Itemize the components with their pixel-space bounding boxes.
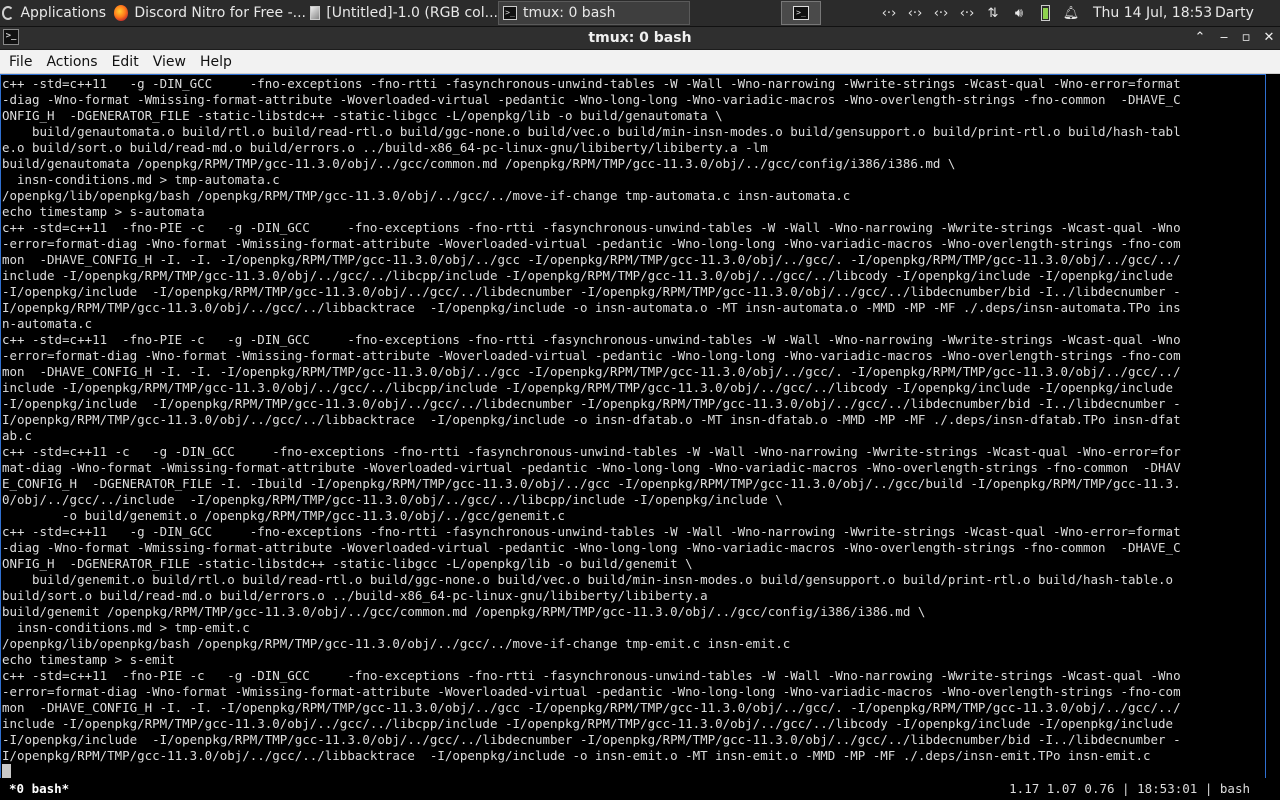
terminal-line: echo timestamp > s-automata [2,204,205,219]
terminal-line: c++ -std=c++11 -fno-PIE -c -g -DIN_GCC -… [2,220,1181,235]
minimize-button[interactable]: ‒ [1213,27,1235,49]
network-arrows-icon[interactable]: ‹·› [928,0,954,26]
terminal-line: -error=format-diag -Wno-format -Wmissing… [2,684,1181,699]
terminal-line: mon -DHAVE_CONFIG_H -I. -I. -I/openpkg/R… [2,252,1181,267]
menu-view[interactable]: View [146,54,193,70]
applications-menu-button[interactable]: Applications [0,1,106,25]
terminal-line: c++ -std=c++11 -g -DIN_GCC -fno-exceptio… [2,524,1181,539]
terminal-line: -I/openpkg/include -I/openpkg/RPM/TMP/gc… [2,284,1181,299]
terminal-line: insn-conditions.md > tmp-automata.c [2,172,280,187]
terminal-line: mat-diag -Wno-format -Wmissing-format-at… [2,460,1181,475]
user-menu[interactable]: Darty uwu [1215,0,1280,47]
taskbar-item-label: [Untitled]-1.0 (RGB col... [326,5,498,21]
terminal-icon: >_ [503,6,517,20]
taskbar-item-image-editor[interactable]: [Untitled]-1.0 (RGB col... [306,1,498,25]
applications-label: Applications [20,5,106,21]
terminal-scrollbar[interactable] [1268,74,1280,778]
network-arrows-icon[interactable]: ‹·› [954,0,980,26]
status-command: bash [1219,781,1250,796]
terminal-line: ONFIG_H -DGENERATOR_FILE -static-libstdc… [2,108,723,123]
terminal-view[interactable]: c++ -std=c++11 -g -DIN_GCC -fno-exceptio… [0,74,1280,800]
top-panel: Applications Discord Nitro for Free -...… [0,0,1280,47]
terminal-line: -I/openpkg/include -I/openpkg/RPM/TMP/gc… [2,396,1181,411]
firefox-icon [114,5,129,21]
menu-file[interactable]: File [0,54,39,70]
terminal-line: -error=format-diag -Wno-format -Wmissing… [2,236,1181,251]
terminal-line: e.o build/sort.o build/read-md.o build/e… [2,140,768,155]
terminal-line: n-automata.c [2,316,93,331]
up-down-arrows-icon[interactable]: ⇅ [980,0,1006,26]
terminal-line: mon -DHAVE_CONFIG_H -I. -I. -I/openpkg/R… [2,364,1181,379]
terminal-line: c++ -std=c++11 -g -DIN_GCC -fno-exceptio… [2,76,1181,91]
speaker-icon[interactable]: 🔊︎ [1006,0,1032,26]
taskbar-item-browser[interactable]: Discord Nitro for Free -... [110,1,306,25]
terminal-cursor [2,764,11,778]
taskbar-item-label: Discord Nitro for Free -... [134,5,306,21]
menu-edit[interactable]: Edit [105,54,146,70]
terminal-line: echo timestamp > s-emit [2,652,175,667]
terminal-line: /openpkg/lib/openpkg/bash /openpkg/RPM/T… [2,188,851,203]
close-button[interactable]: ✕ [1258,27,1280,49]
terminal-line: -o build/genemit.o /openpkg/RPM/TMP/gcc-… [2,508,566,523]
terminal-line: -error=format-diag -Wno-format -Wmissing… [2,348,1181,363]
tmux-window-tab[interactable]: *0 bash* [9,778,69,800]
terminal-line: c++ -std=c++11 -fno-PIE -c -g -DIN_GCC -… [2,668,1181,683]
battery-icon[interactable] [1032,0,1058,26]
terminal-icon: >_ [793,6,809,20]
terminal-line: ab.c [2,428,33,443]
terminal-line: build/sort.o build/read-md.o build/error… [2,588,708,603]
menubar: File Actions Edit View Help [0,50,1280,74]
terminal-line: I/openpkg/RPM/TMP/gcc-11.3.0/obj/../gcc/… [2,412,1181,427]
chevron-up-icon[interactable]: ⌃ [1189,27,1211,49]
terminal-line: ONFIG_H -DGENERATOR_FILE -static-libstdc… [2,556,693,571]
tmux-status-bar: *0 bash* 1.17 1.07 0.76 | 18:53:01 | bas… [0,778,1280,800]
bell-icon[interactable]: 🔔︎ [1058,0,1084,26]
debian-swirl-icon [2,6,15,20]
terminal-line: include -I/openpkg/RPM/TMP/gcc-11.3.0/ob… [2,716,1174,731]
window-titlebar[interactable]: >_ tmux: 0 bash ⌃ ‒ ▫ ✕ [0,27,1280,49]
terminal-line: 0/obj/../gcc/../include -I/openpkg/RPM/T… [2,492,783,507]
terminal-line: build/genemit /openpkg/RPM/TMP/gcc-11.3.… [2,604,926,619]
system-tray: ‹·› ‹·› ‹·› ‹·› ⇅ 🔊︎ 🔔︎ [876,0,1084,26]
tmux-status-right: 1.17 1.07 0.76 | 18:53:01 | bash [1009,781,1250,796]
network-arrows-icon[interactable]: ‹·› [902,0,928,26]
terminal-line: -diag -Wno-format -Wmissing-format-attri… [2,92,1181,107]
image-editor-icon [310,6,321,20]
terminal-line: build/genautomata.o build/rtl.o build/re… [2,124,1181,139]
terminal-line: -diag -Wno-format -Wmissing-format-attri… [2,540,1181,555]
terminal-line: mon -DHAVE_CONFIG_H -I. -I. -I/openpkg/R… [2,700,1181,715]
terminal-line: I/openpkg/RPM/TMP/gcc-11.3.0/obj/../gcc/… [2,300,1181,315]
workspace-switcher-button[interactable]: >_ [781,1,821,25]
status-time: 18:53:01 [1137,781,1198,796]
terminal-line: c++ -std=c++11 -fno-PIE -c -g -DIN_GCC -… [2,332,1181,347]
terminal-line: c++ -std=c++11 -c -g -DIN_GCC -fno-excep… [2,444,1181,459]
terminal-line: build/genautomata /openpkg/RPM/TMP/gcc-1… [2,156,956,171]
menu-help[interactable]: Help [193,54,239,70]
terminal-output[interactable]: c++ -std=c++11 -g -DIN_GCC -fno-exceptio… [2,76,1264,764]
menu-actions[interactable]: Actions [39,54,104,70]
clock[interactable]: Thu 14 Jul, 18:53 [1093,0,1212,26]
load-average: 1.17 1.07 0.76 [1009,781,1115,796]
terminal-line: include -I/openpkg/RPM/TMP/gcc-11.3.0/ob… [2,380,1174,395]
terminal-line: build/genemit.o build/rtl.o build/read-r… [2,572,1174,587]
network-arrows-icon[interactable]: ‹·› [876,0,902,26]
terminal-line: /openpkg/lib/openpkg/bash /openpkg/RPM/T… [2,636,791,651]
taskbar-item-label: tmux: 0 bash [523,5,616,21]
terminal-line: -I/openpkg/include -I/openpkg/RPM/TMP/gc… [2,732,1181,747]
terminal-line: I/openpkg/RPM/TMP/gcc-11.3.0/obj/../gcc/… [2,748,1151,763]
terminal-line: include -I/openpkg/RPM/TMP/gcc-11.3.0/ob… [2,268,1174,283]
taskbar-item-terminal[interactable]: >_ tmux: 0 bash [498,1,690,25]
terminal-line: insn-conditions.md > tmp-emit.c [2,620,250,635]
maximize-button[interactable]: ▫ [1235,27,1257,49]
window-title: tmux: 0 bash [588,30,692,46]
terminal-line: E_CONFIG_H -DGENERATOR_FILE -I. -Ibuild … [2,476,1181,491]
